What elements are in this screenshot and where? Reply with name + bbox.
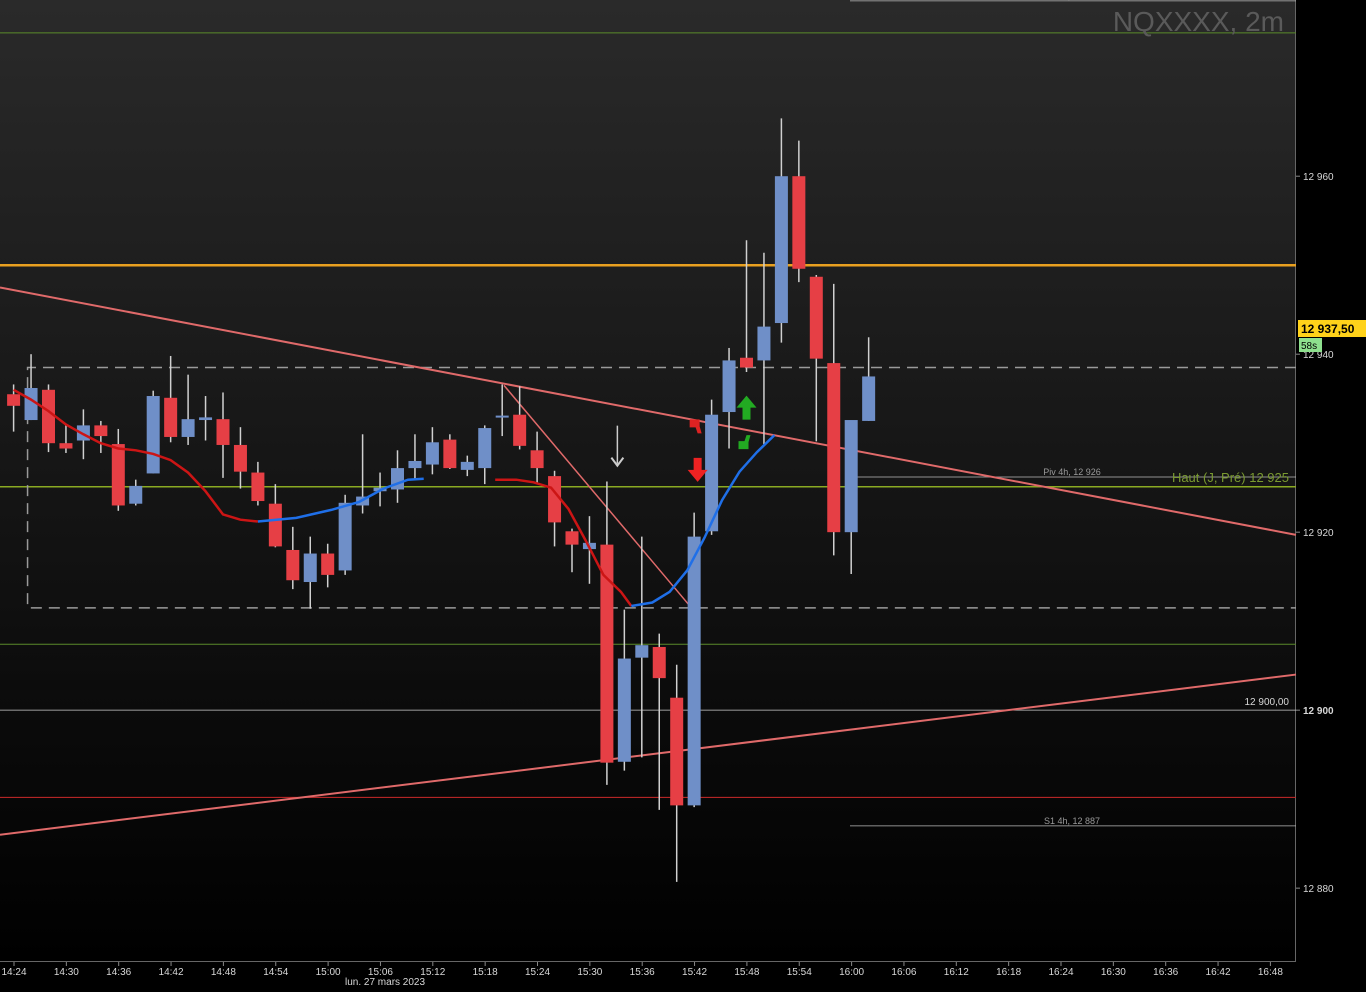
y-tick-label: 12 960 (1303, 172, 1334, 183)
candle-body (635, 645, 649, 658)
level-text: 12 900,00 (1245, 697, 1290, 708)
x-tick-label: 16:12 (944, 967, 969, 978)
candle-body (216, 419, 230, 445)
candle-body (408, 460, 422, 469)
pivot-label: S1 4h, 12 887 (1044, 816, 1100, 826)
candle-body (565, 531, 579, 545)
x-tick-label: 16:48 (1258, 967, 1283, 978)
pivot-label: Piv 4h, 12 926 (1043, 467, 1101, 477)
candlestick-chart[interactable]: R1 4h, 12 971 Piv 4h, 12 926 S1 4h, 12 887… (0, 0, 1366, 992)
instrument-title: NQXXXX, 2m (1113, 6, 1284, 37)
last-price-text: 12 937,50 (1301, 322, 1355, 336)
candle-body (792, 176, 806, 269)
candle-body (460, 461, 474, 470)
price-axis-background (1296, 0, 1366, 962)
candle (146, 390, 160, 474)
x-tick-label: 14:42 (159, 967, 184, 978)
candle-body (164, 397, 178, 437)
candle-body (617, 658, 631, 762)
y-tick-label: 12 880 (1303, 884, 1334, 895)
candle-body (774, 176, 788, 324)
candle-body (652, 646, 666, 679)
candle-body (199, 417, 213, 421)
candle-body (338, 502, 352, 571)
date-label: lun. 27 mars 2023 (345, 977, 425, 988)
candle-body (530, 450, 544, 469)
candle-body (129, 485, 143, 504)
candle-body (827, 363, 841, 533)
candle-body (757, 326, 771, 361)
x-tick-label: 16:00 (839, 967, 864, 978)
candle-body (844, 420, 858, 533)
x-tick-label: 16:06 (891, 967, 916, 978)
candle (42, 384, 55, 453)
x-tick-label: 15:48 (734, 967, 759, 978)
pivot-label: R1 4h, 12 971 (1044, 0, 1101, 1)
x-tick-label: 16:18 (996, 967, 1021, 978)
candle-body (425, 442, 439, 465)
candle-body (670, 697, 684, 806)
countdown-text: 58s (1301, 341, 1317, 352)
candle-body (722, 360, 736, 413)
x-tick-label: 15:18 (473, 967, 498, 978)
candle-body (42, 389, 55, 444)
x-tick-label: 15:36 (630, 967, 655, 978)
candle-body (286, 549, 300, 581)
candle-body (94, 425, 108, 437)
candle-body (443, 439, 457, 469)
candle-body (111, 444, 125, 506)
candle-body (862, 376, 876, 421)
x-tick-label: 16:30 (1101, 967, 1126, 978)
x-tick-label: 15:42 (682, 967, 707, 978)
chart-window: R1 4h, 12 971 Piv 4h, 12 926 S1 4h, 12 887… (0, 0, 1366, 992)
candle-body (687, 536, 701, 806)
candle-body (181, 419, 195, 437)
candle-body (233, 444, 247, 472)
x-tick-label: 16:42 (1206, 967, 1231, 978)
candle-body (7, 394, 21, 406)
candle-body (495, 415, 509, 418)
candle-body (513, 414, 527, 446)
x-tick-label: 15:30 (577, 967, 602, 978)
x-tick-label: 14:48 (211, 967, 236, 978)
candle-body (740, 357, 753, 368)
candle-body (809, 276, 823, 359)
candle-body (59, 443, 73, 449)
x-tick-label: 14:36 (106, 967, 131, 978)
y-tick-label: 12 920 (1303, 528, 1334, 539)
x-tick-label: 15:24 (525, 967, 550, 978)
x-tick-label: 16:36 (1153, 967, 1178, 978)
x-tick-label: 15:54 (787, 967, 812, 978)
x-tick-label: 14:54 (263, 967, 288, 978)
candle-body (251, 472, 265, 502)
candle-body (478, 428, 492, 469)
level-text: Haut (J, Pré) 12 925 (1172, 470, 1289, 485)
y-tick-label: 12 900 (1303, 706, 1334, 717)
x-tick-label: 16:24 (1048, 967, 1073, 978)
candle-body (303, 553, 317, 583)
candle-body (321, 553, 335, 575)
x-tick-label: 15:00 (316, 967, 341, 978)
candle-body (146, 396, 160, 474)
x-tick-label: 14:30 (54, 967, 79, 978)
candle-body (268, 503, 282, 547)
x-tick-label: 14:24 (1, 967, 26, 978)
